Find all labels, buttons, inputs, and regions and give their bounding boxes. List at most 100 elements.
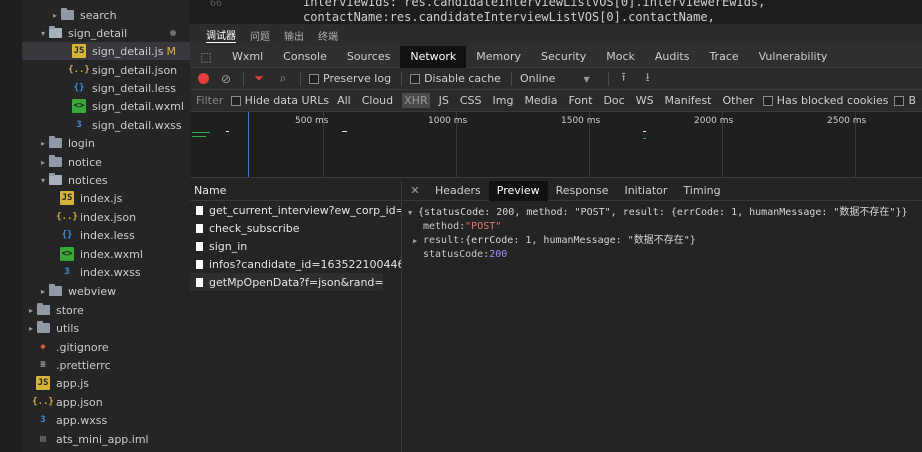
filter-icon[interactable]: ⏷ — [252, 71, 266, 86]
tree-item[interactable]: JS index.js — [22, 189, 190, 207]
detail-tab-preview[interactable]: Preview — [488, 180, 548, 201]
tree-item[interactable]: JS app.js — [22, 374, 190, 392]
javascript-file-icon: JS — [60, 191, 74, 205]
tree-item[interactable]: ▸ login — [22, 134, 190, 152]
chevron-right-icon[interactable]: ▸ — [26, 306, 36, 315]
tree-item[interactable]: 3 index.wxss — [22, 263, 190, 281]
filter-type-cloud[interactable]: Cloud — [360, 93, 395, 108]
detail-tab-timing[interactable]: Timing — [675, 181, 728, 201]
debugger-tab[interactable]: 终端 — [318, 28, 338, 43]
tree-item[interactable]: <> sign_detail.wxml — [22, 97, 190, 115]
tab-trace[interactable]: Trace — [699, 46, 748, 68]
tab-audits[interactable]: Audits — [645, 46, 700, 68]
filter-type-font[interactable]: Font — [566, 93, 594, 108]
chevron-right-icon[interactable]: ▸ — [50, 11, 60, 20]
filter-type-media[interactable]: Media — [522, 93, 559, 108]
hide-data-urls-checkbox[interactable]: Hide data URLs — [230, 94, 329, 107]
chevron-right-icon[interactable]: ▸ — [38, 158, 48, 167]
caret-down-icon[interactable]: ▼ — [408, 206, 418, 220]
tree-item[interactable]: ◆ .gitignore — [22, 338, 190, 356]
upload-icon[interactable]: ⭱ — [617, 68, 631, 89]
tree-item[interactable]: {} sign_detail.less — [22, 79, 190, 97]
name-column-header[interactable]: Name — [190, 181, 401, 201]
caret-right-icon[interactable]: ▶ — [413, 234, 423, 248]
tab-sources[interactable]: Sources — [337, 46, 401, 68]
throttling-select[interactable]: Online ▼ — [520, 72, 590, 85]
request-row[interactable]: infos?candidate_id=163522100446511&... — [190, 255, 401, 273]
filter-type-css[interactable]: CSS — [458, 93, 484, 108]
debugger-tab[interactable]: 输出 — [284, 28, 304, 43]
tree-item[interactable]: ≡ .prettierrc — [22, 356, 190, 374]
request-row[interactable]: get_current_interview?ew_corp_id=ww6... — [190, 201, 401, 219]
tree-item[interactable]: 3 app.wxss — [22, 411, 190, 429]
json-root-line[interactable]: ▼ {statusCode: 200, method: "POST", resu… — [408, 206, 922, 220]
preserve-log-checkbox[interactable]: Preserve log — [309, 72, 391, 85]
tree-item[interactable]: ▾ sign_detail — [22, 24, 190, 42]
request-row[interactable]: sign_in — [190, 237, 401, 255]
tree-item[interactable]: JS sign_detail.js M — [22, 42, 190, 60]
filter-type-other[interactable]: Other — [721, 93, 756, 108]
tree-item[interactable]: 3 sign_detail.wxss — [22, 116, 190, 134]
tree-item[interactable]: ▤ ats_mini_app.iml — [22, 430, 190, 448]
chevron-down-icon[interactable]: ▾ — [38, 29, 48, 38]
detail-tab-headers[interactable]: Headers — [427, 181, 489, 201]
detail-tab-initiator[interactable]: Initiator — [616, 181, 675, 201]
tab-security[interactable]: Security — [531, 46, 596, 68]
checkbox-box[interactable] — [410, 73, 421, 84]
close-icon[interactable]: ✕ — [403, 184, 427, 197]
request-detail-panel: ✕ Headers Preview Response Initiator Timing … — [403, 180, 922, 452]
download-icon[interactable]: ⭳ — [641, 68, 655, 89]
tree-item[interactable]: ▾ notices — [22, 171, 190, 189]
filter-type-all[interactable]: All — [335, 93, 353, 108]
tree-item[interactable]: ▸ utils — [22, 319, 190, 337]
tab-mock[interactable]: Mock — [596, 46, 645, 68]
checkbox-box[interactable] — [309, 73, 319, 84]
inspect-element-icon[interactable]: ⬚ — [190, 50, 222, 64]
filter-type-js[interactable]: JS — [437, 93, 451, 108]
tab-network[interactable]: Network — [400, 45, 467, 68]
json-result-line[interactable]: ▶ result: {errCode: 1, humanMessage: "数据… — [408, 234, 922, 248]
tree-item[interactable]: {..} app.json — [22, 393, 190, 411]
search-icon[interactable]: ⌕ — [276, 71, 290, 86]
checkbox-box[interactable] — [230, 95, 241, 106]
blocked-requests-label: B — [908, 94, 916, 107]
tree-item[interactable]: ▸ webview — [22, 282, 190, 300]
clear-icon[interactable]: ⊘ — [219, 72, 233, 86]
tree-item[interactable]: ▸ notice — [22, 153, 190, 171]
debugger-tab[interactable]: 问题 — [250, 28, 270, 43]
tab-memory[interactable]: Memory — [466, 46, 531, 68]
filter-type-xhr[interactable]: XHR — [402, 93, 430, 108]
tree-item[interactable]: {} index.less — [22, 226, 190, 244]
request-row[interactable]: check_subscribe — [190, 219, 401, 237]
tab-wxml[interactable]: Wxml — [222, 46, 273, 68]
tree-item[interactable]: <> index.wxml — [22, 245, 190, 263]
tree-item[interactable]: ▸ store — [22, 301, 190, 319]
tab-vulnerability[interactable]: Vulnerability — [749, 46, 838, 68]
chevron-down-icon[interactable]: ▾ — [38, 176, 48, 185]
request-row[interactable]: getMpOpenData?f=json&rand=kuae4ju... — [190, 273, 383, 291]
filter-input[interactable]: Filter — [190, 94, 231, 107]
record-icon[interactable] — [198, 73, 209, 84]
chevron-right-icon[interactable]: ▸ — [38, 287, 48, 296]
chevron-right-icon[interactable]: ▸ — [38, 139, 48, 148]
filter-type-ws[interactable]: WS — [634, 93, 656, 108]
filter-type-img[interactable]: Img — [490, 93, 515, 108]
detail-tab-response[interactable]: Response — [548, 181, 617, 201]
network-overview-timeline[interactable]: 500 ms 1000 ms 1500 ms 2000 ms 2500 ms — [190, 112, 922, 178]
checkbox-box[interactable] — [894, 95, 905, 106]
tree-item[interactable]: {..} index.json — [22, 208, 190, 226]
disable-cache-checkbox[interactable]: Disable cache — [410, 72, 501, 85]
debugger-tab[interactable]: 调试器 — [206, 27, 236, 43]
filter-type-doc[interactable]: Doc — [601, 93, 626, 108]
tab-console[interactable]: Console — [273, 46, 337, 68]
devtools-panel: 66 interviewIds: res.candidateInterviewL… — [190, 0, 922, 452]
timeline-tick-label: 2000 ms — [694, 116, 734, 126]
checkbox-box[interactable] — [762, 95, 773, 106]
tree-item[interactable]: ▸ search — [22, 6, 190, 24]
chevron-right-icon[interactable]: ▸ — [26, 324, 36, 333]
tree-item[interactable]: {..} sign_detail.json — [22, 61, 190, 79]
blocked-cookies-checkbox[interactable]: Has blocked cookies — [762, 94, 888, 107]
filter-type-manifest[interactable]: Manifest — [663, 93, 714, 108]
blocked-requests-checkbox[interactable]: B — [894, 94, 916, 107]
folder-icon — [36, 303, 50, 317]
